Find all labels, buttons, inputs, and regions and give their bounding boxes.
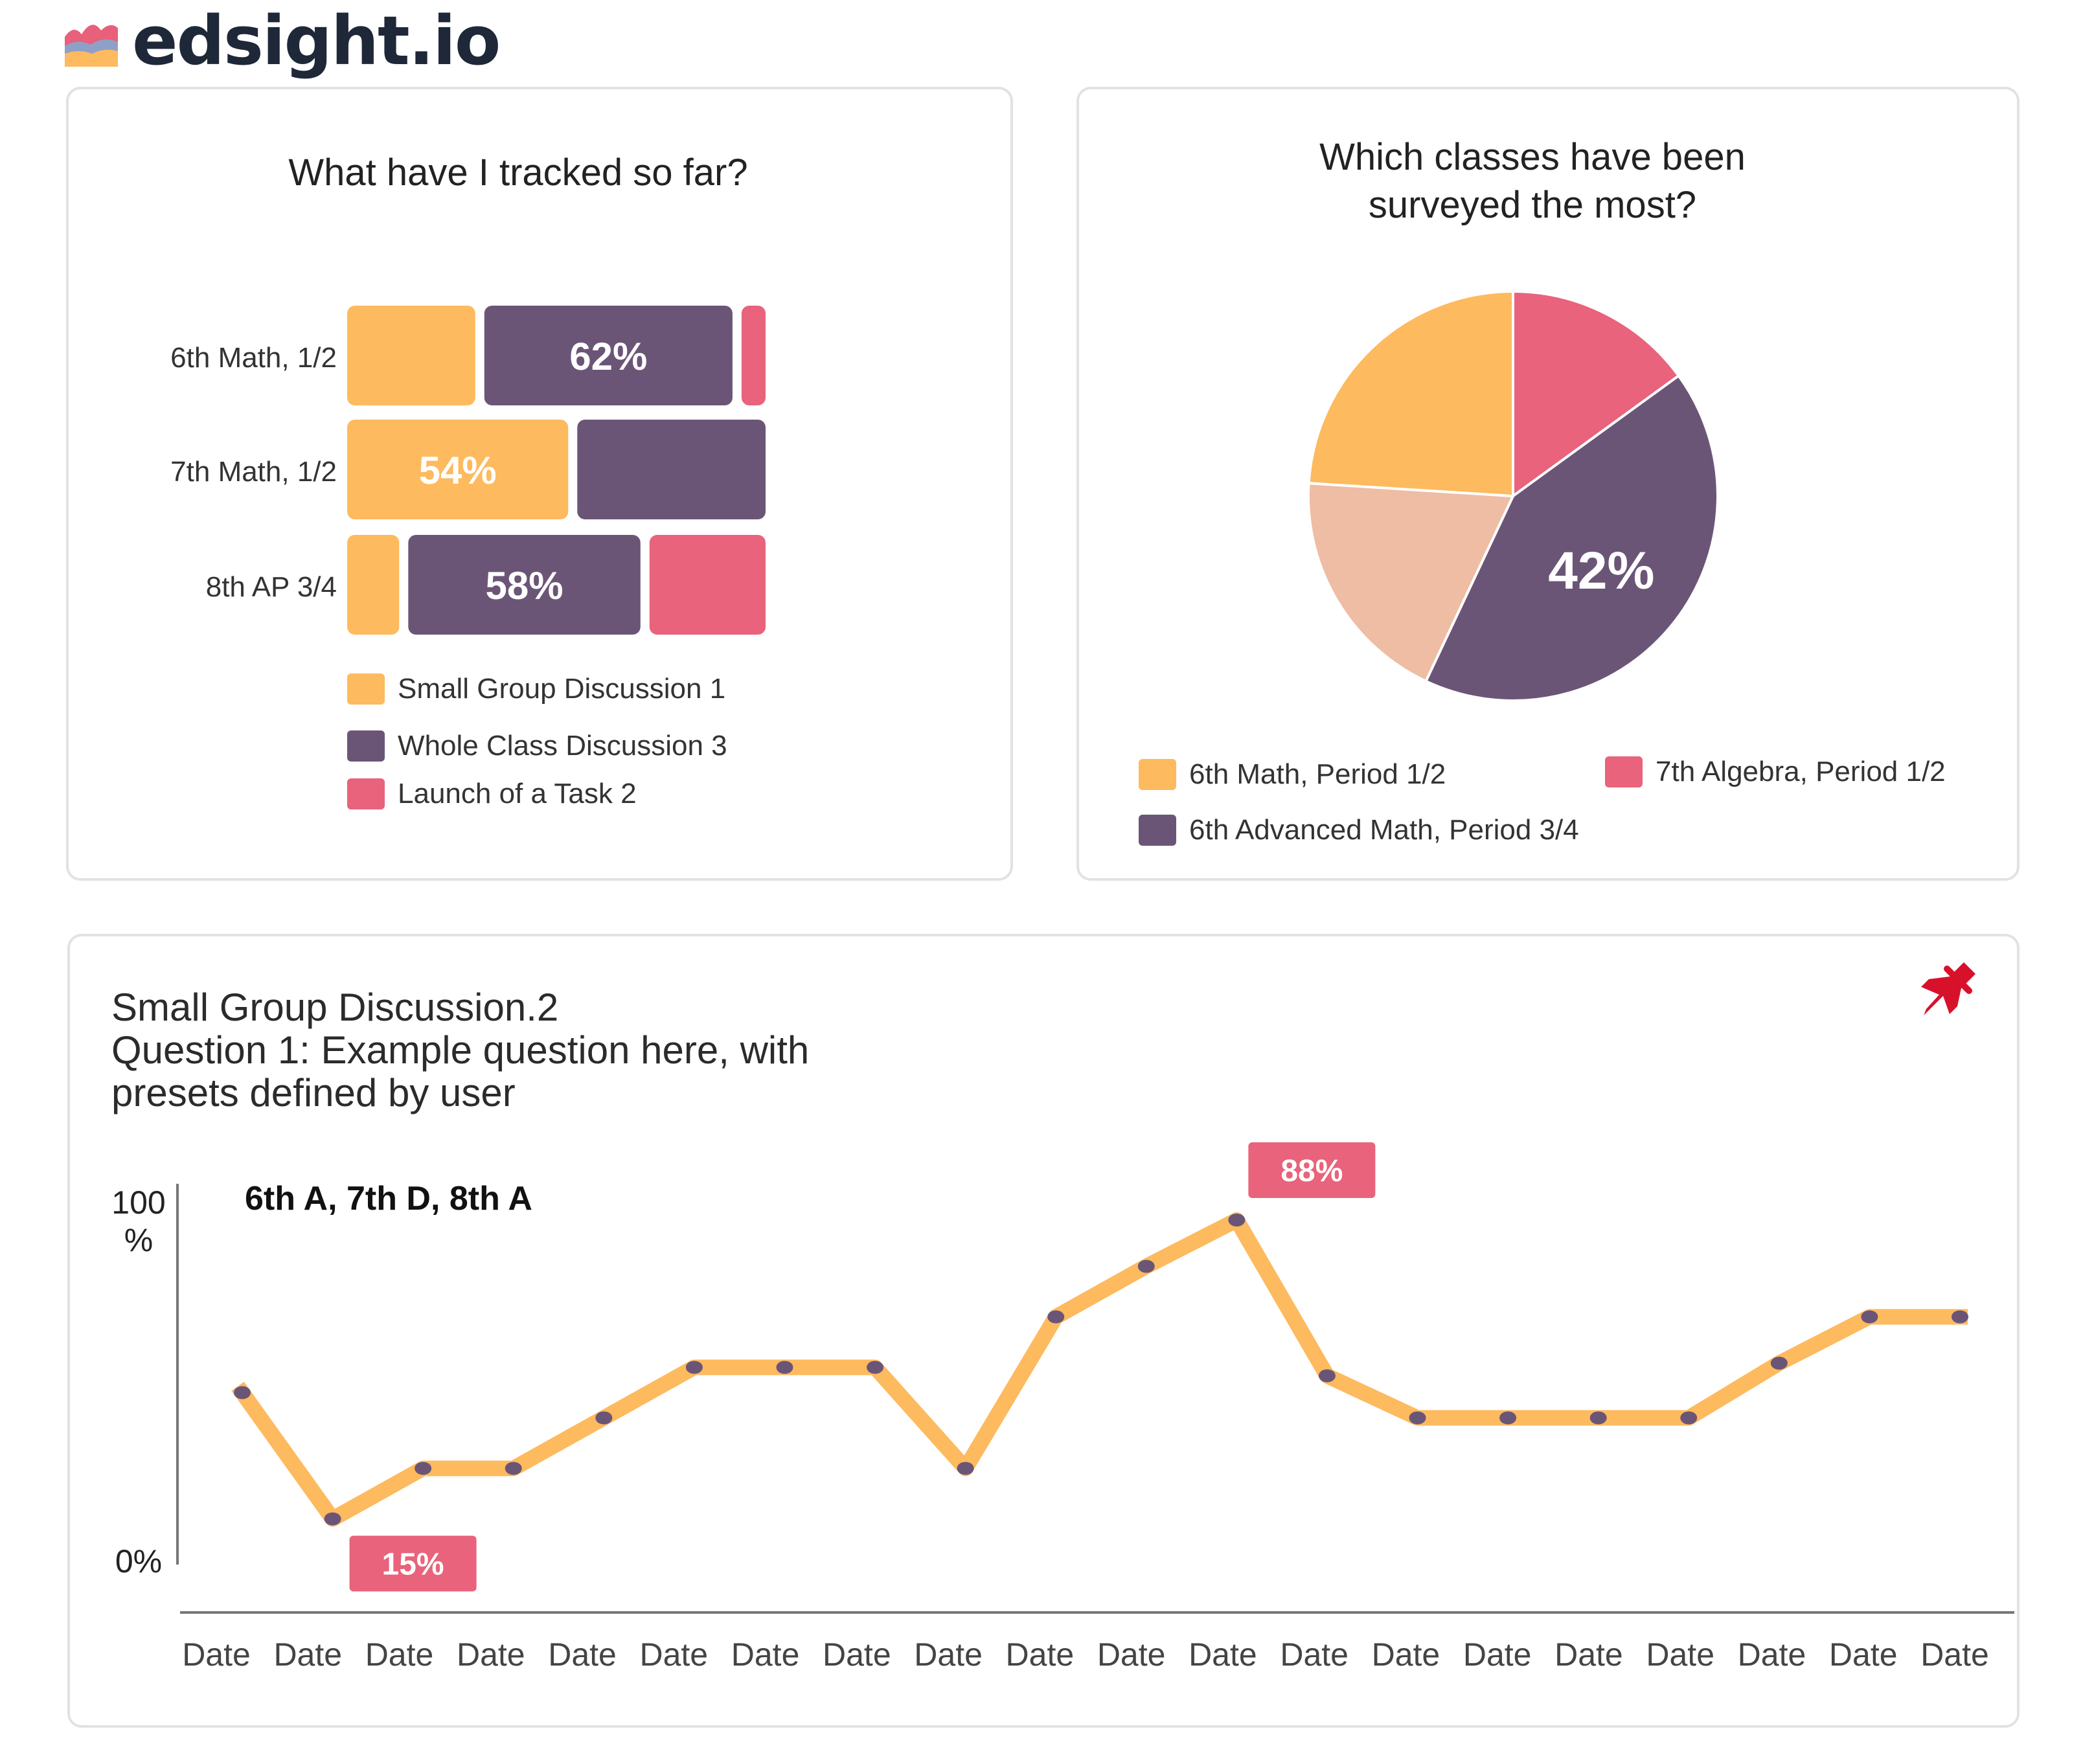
x-tick-label: Date xyxy=(273,1636,342,1673)
data-point[interactable] xyxy=(1137,1260,1155,1273)
tracked-title: What have I tracked so far? xyxy=(288,152,747,194)
bar-segment[interactable] xyxy=(577,420,766,519)
trend-title-line1: Small Group Discussion.2 xyxy=(111,986,558,1029)
bar-segment[interactable] xyxy=(649,535,766,635)
data-point[interactable] xyxy=(415,1462,432,1475)
edsight-logo-icon xyxy=(65,25,118,67)
classes-card: Which classes have been surveyed the mos… xyxy=(1076,87,2020,881)
y-top-unit: % xyxy=(124,1222,153,1258)
legend-label: 7th Algebra, Period 1/2 xyxy=(1656,756,1946,787)
bar-category-label: 8th AP 3/4 xyxy=(206,571,337,603)
trend-subtitle: 6th A, 7th D, 8th A xyxy=(245,1180,532,1217)
data-point[interactable] xyxy=(1318,1369,1336,1383)
trend-title-line2: Question 1: Example question here, with xyxy=(111,1028,809,1072)
bar-data-label: 62% xyxy=(569,335,647,378)
data-point[interactable] xyxy=(1952,1310,1968,1324)
x-tick-label: Date xyxy=(1280,1636,1349,1673)
data-point[interactable] xyxy=(1680,1411,1698,1425)
legend-label: Launch of a Task 2 xyxy=(398,778,637,809)
x-tick-label: Date xyxy=(1372,1636,1440,1673)
x-tick-label: Date xyxy=(1646,1636,1714,1673)
x-tick-label: Date xyxy=(1006,1636,1075,1673)
data-point[interactable] xyxy=(1228,1214,1246,1227)
legend-swatch xyxy=(347,778,385,809)
x-tick-label: Date xyxy=(914,1636,983,1673)
legend-swatch xyxy=(1605,756,1643,787)
legend-swatch xyxy=(347,673,385,705)
pushpin-icon[interactable] xyxy=(1921,962,1975,1015)
data-point[interactable] xyxy=(1770,1357,1788,1370)
annotation-label: 88% xyxy=(1281,1154,1343,1188)
brand-logo[interactable]: edsight.io xyxy=(65,1,501,80)
data-point[interactable] xyxy=(867,1361,884,1374)
annotation-label: 15% xyxy=(382,1548,444,1582)
y-bottom-label: 0% xyxy=(115,1543,162,1579)
data-point[interactable] xyxy=(1861,1310,1878,1324)
pie-slice[interactable] xyxy=(1307,289,1514,498)
bar-category-label: 6th Math, 1/2 xyxy=(170,342,337,374)
x-tick-label: Date xyxy=(640,1636,709,1673)
classes-title-line1: Which classes have been xyxy=(1319,136,1746,178)
bar-segment[interactable] xyxy=(741,306,766,405)
bar-segment[interactable] xyxy=(347,535,400,635)
bar-data-label: 54% xyxy=(419,449,497,492)
x-tick-label: Date xyxy=(1189,1636,1257,1673)
trend-title-line3: presets defined by user xyxy=(111,1071,516,1114)
legend-label: 6th Advanced Math, Period 3/4 xyxy=(1189,814,1579,846)
legend-swatch xyxy=(1139,759,1176,790)
data-point[interactable] xyxy=(505,1462,522,1475)
data-point[interactable] xyxy=(1409,1411,1426,1425)
x-tick-label: Date xyxy=(457,1636,525,1673)
data-point[interactable] xyxy=(1589,1411,1607,1425)
brand-name: edsight.io xyxy=(132,1,501,80)
tracked-card: What have I tracked so far? 6th Math, 1/… xyxy=(66,87,1013,881)
bar-data-label: 58% xyxy=(486,564,563,607)
data-point[interactable] xyxy=(776,1361,793,1374)
data-point[interactable] xyxy=(234,1386,251,1399)
x-tick-label: Date xyxy=(1463,1636,1532,1673)
trend-card: Small Group Discussion.2 Question 1: Exa… xyxy=(67,934,2020,1728)
x-tick-label: Date xyxy=(1554,1636,1623,1673)
data-point[interactable] xyxy=(957,1462,974,1475)
series-line xyxy=(231,1212,1968,1527)
x-tick-label: Date xyxy=(1920,1636,1989,1673)
data-point[interactable] xyxy=(595,1411,613,1425)
classes-title-line2: surveyed the most? xyxy=(1369,184,1696,226)
data-point[interactable] xyxy=(1499,1411,1517,1425)
legend-swatch xyxy=(1139,815,1176,846)
classes-chart: Which classes have been surveyed the mos… xyxy=(1139,136,1946,846)
trend-chart: Small Group Discussion.2 Question 1: Exa… xyxy=(111,962,2014,1673)
x-tick-label: Date xyxy=(1738,1636,1806,1673)
x-tick-label: Date xyxy=(1097,1636,1166,1673)
bar-category-label: 7th Math, 1/2 xyxy=(170,456,337,488)
legend-swatch xyxy=(347,730,385,762)
legend-label: Small Group Discussion 1 xyxy=(398,673,725,705)
tracked-chart: What have I tracked so far? 6th Math, 1/… xyxy=(170,152,766,809)
x-tick-label: Date xyxy=(1829,1636,1898,1673)
x-tick-label: Date xyxy=(548,1636,617,1673)
x-tick-label: Date xyxy=(731,1636,800,1673)
legend-label: 6th Math, Period 1/2 xyxy=(1189,758,1446,790)
y-top-label: 100 xyxy=(111,1184,165,1221)
data-point[interactable] xyxy=(685,1361,703,1374)
data-point[interactable] xyxy=(1047,1310,1065,1324)
x-tick-label: Date xyxy=(182,1636,251,1673)
data-point[interactable] xyxy=(324,1512,341,1526)
pie-data-label: 42% xyxy=(1548,541,1654,600)
x-tick-label: Date xyxy=(365,1636,434,1673)
x-tick-label: Date xyxy=(823,1636,891,1673)
bar-segment[interactable] xyxy=(347,306,475,405)
legend-label: Whole Class Discussion 3 xyxy=(398,730,727,762)
